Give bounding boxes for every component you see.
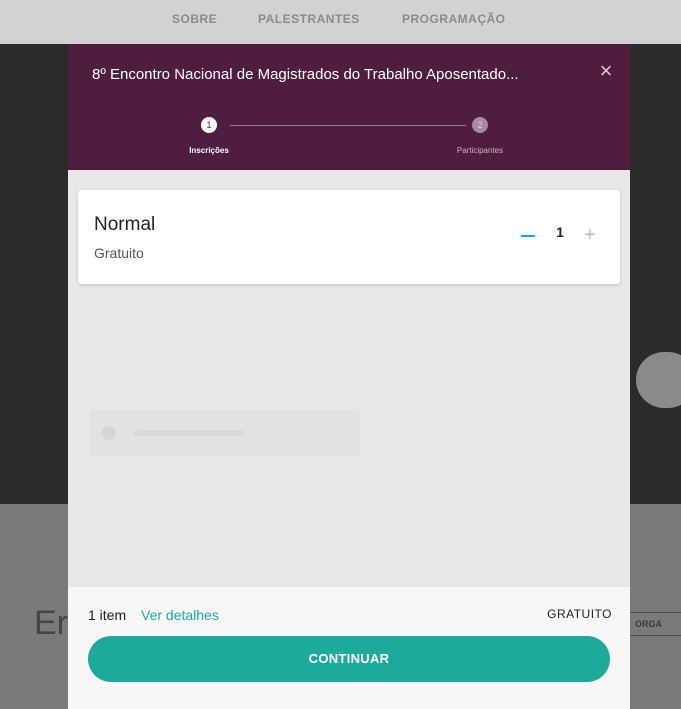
background-top-nav: SOBRE PALESTRANTES PROGRAMAÇÃO bbox=[0, 0, 681, 44]
close-icon[interactable]: × bbox=[595, 60, 617, 82]
ticket-name: Normal bbox=[94, 214, 156, 235]
registration-modal: 8º Encontro Nacional de Magistrados do T… bbox=[68, 44, 630, 709]
nav-item-sobre: SOBRE bbox=[172, 12, 218, 26]
faded-placeholder-row bbox=[90, 410, 360, 456]
placeholder-icon bbox=[102, 426, 116, 440]
minus-icon[interactable] bbox=[518, 222, 538, 248]
stepper-line bbox=[230, 125, 466, 126]
nav-item-programacao: PROGRAMAÇÃO bbox=[402, 12, 506, 26]
continue-button[interactable]: CONTINUAR bbox=[88, 636, 610, 682]
modal-title: 8º Encontro Nacional de Magistrados do T… bbox=[92, 66, 519, 83]
view-details-link[interactable]: Ver detalhes bbox=[141, 607, 219, 623]
step-2-indicator: 2 bbox=[472, 117, 488, 133]
step-1-indicator: 1 bbox=[201, 117, 217, 133]
modal-footer: 1 item Ver detalhes GRATUITO CONTINUAR bbox=[68, 587, 630, 709]
ticket-price: Gratuito bbox=[94, 245, 144, 261]
order-total: GRATUITO bbox=[547, 607, 612, 621]
nav-item-palestrantes: PALESTRANTES bbox=[258, 12, 360, 26]
step-2-label: Participantes bbox=[456, 146, 504, 155]
modal-header: 8º Encontro Nacional de Magistrados do T… bbox=[68, 44, 630, 170]
plus-icon[interactable]: + bbox=[580, 222, 600, 248]
background-button-fragment: ORGA bbox=[628, 612, 681, 636]
order-item-count: 1 item bbox=[88, 607, 127, 623]
ticket-card: Normal Gratuito 1 + bbox=[78, 190, 620, 284]
step-1-label: Inscrições bbox=[189, 146, 229, 155]
background-heading-fragment: Er bbox=[34, 604, 68, 642]
ticket-quantity: 1 bbox=[556, 224, 564, 240]
placeholder-text-bar bbox=[134, 430, 244, 436]
